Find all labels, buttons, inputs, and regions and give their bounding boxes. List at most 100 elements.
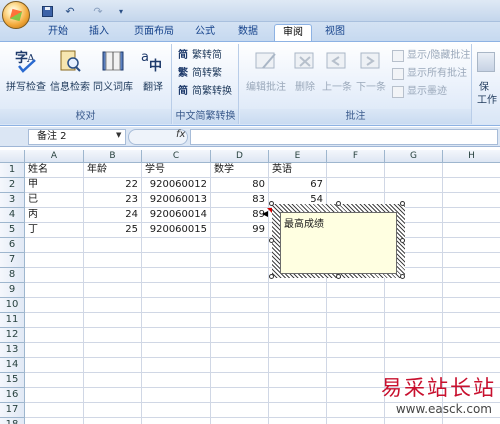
- cell-b8[interactable]: [84, 268, 142, 283]
- cell-b4[interactable]: 24: [84, 208, 142, 223]
- cell-d18[interactable]: [211, 418, 269, 424]
- thesaurus-button[interactable]: 同义词库: [93, 48, 133, 93]
- cell-b9[interactable]: [84, 283, 142, 298]
- row-header-12[interactable]: 12: [0, 328, 25, 343]
- name-box-dropdown-icon[interactable]: ▼: [116, 131, 121, 139]
- cell-f13[interactable]: [327, 343, 385, 358]
- cell-d7[interactable]: [211, 253, 269, 268]
- tab-page-layout[interactable]: 页面布局: [126, 24, 182, 41]
- cell-e11[interactable]: [269, 313, 327, 328]
- cell-c13[interactable]: [142, 343, 211, 358]
- cell-e10[interactable]: [269, 298, 327, 313]
- customize-quick-access-icon[interactable]: ▾: [116, 3, 126, 19]
- cell-b16[interactable]: [84, 388, 142, 403]
- name-box[interactable]: 备注 2: [28, 129, 126, 145]
- comment-text[interactable]: 最高成绩: [284, 219, 324, 230]
- cell-c1[interactable]: 学号: [142, 163, 211, 178]
- row-header-5[interactable]: 5: [0, 223, 25, 238]
- cell-b1[interactable]: 年龄: [84, 163, 142, 178]
- cell-d10[interactable]: [211, 298, 269, 313]
- cell-e13[interactable]: [269, 343, 327, 358]
- cell-d14[interactable]: [211, 358, 269, 373]
- row-header-7[interactable]: 7: [0, 253, 25, 268]
- cell-d5[interactable]: 99: [211, 223, 269, 238]
- cell-a7[interactable]: [25, 253, 84, 268]
- cell-h8[interactable]: [443, 268, 500, 283]
- resize-handle-top[interactable]: [336, 201, 341, 206]
- cell-h6[interactable]: [443, 238, 500, 253]
- cell-e12[interactable]: [269, 328, 327, 343]
- cell-d8[interactable]: [211, 268, 269, 283]
- cell-c2[interactable]: 920060012: [142, 178, 211, 193]
- formula-input[interactable]: [190, 129, 498, 145]
- cell-d1[interactable]: 数学: [211, 163, 269, 178]
- cell-a4[interactable]: 丙: [25, 208, 84, 223]
- cell-c14[interactable]: [142, 358, 211, 373]
- row-header-16[interactable]: 16: [0, 388, 25, 403]
- cell-b2[interactable]: 22: [84, 178, 142, 193]
- resize-handle-right[interactable]: [400, 238, 405, 243]
- research-button[interactable]: 信息检索: [50, 48, 90, 93]
- row-header-6[interactable]: 6: [0, 238, 25, 253]
- cell-a16[interactable]: [25, 388, 84, 403]
- cell-c4[interactable]: 920060014: [142, 208, 211, 223]
- office-button[interactable]: [2, 1, 30, 29]
- cell-c9[interactable]: [142, 283, 211, 298]
- row-header-15[interactable]: 15: [0, 373, 25, 388]
- cell-h12[interactable]: [443, 328, 500, 343]
- cell-a14[interactable]: [25, 358, 84, 373]
- cell-c10[interactable]: [142, 298, 211, 313]
- cell-a5[interactable]: 丁: [25, 223, 84, 238]
- row-header-18[interactable]: 18: [0, 418, 25, 424]
- cell-c16[interactable]: [142, 388, 211, 403]
- cell-g2[interactable]: [385, 178, 443, 193]
- cell-d17[interactable]: [211, 403, 269, 418]
- cell-h3[interactable]: [443, 193, 500, 208]
- cell-g10[interactable]: [385, 298, 443, 313]
- row-header-9[interactable]: 9: [0, 283, 25, 298]
- row-header-2[interactable]: 2: [0, 178, 25, 193]
- column-header-g[interactable]: G: [385, 150, 443, 163]
- cell-a11[interactable]: [25, 313, 84, 328]
- cell-a10[interactable]: [25, 298, 84, 313]
- trad-to-simp-button[interactable]: 简 繁转简: [177, 48, 222, 64]
- row-header-3[interactable]: 3: [0, 193, 25, 208]
- row-header-14[interactable]: 14: [0, 358, 25, 373]
- cell-c8[interactable]: [142, 268, 211, 283]
- cell-a15[interactable]: [25, 373, 84, 388]
- resize-handle-bottom[interactable]: [336, 274, 341, 279]
- cell-b6[interactable]: [84, 238, 142, 253]
- cell-d6[interactable]: [211, 238, 269, 253]
- show-all-comments-button[interactable]: 显示所有批注: [392, 66, 467, 82]
- cell-a12[interactable]: [25, 328, 84, 343]
- column-header-c[interactable]: C: [142, 150, 211, 163]
- cell-f2[interactable]: [327, 178, 385, 193]
- cell-e15[interactable]: [269, 373, 327, 388]
- insert-function-icon[interactable]: fx: [176, 129, 185, 140]
- cell-f14[interactable]: [327, 358, 385, 373]
- select-all-button[interactable]: [0, 150, 25, 163]
- tab-formulas[interactable]: 公式: [188, 24, 222, 41]
- cell-b3[interactable]: 23: [84, 193, 142, 208]
- cell-h7[interactable]: [443, 253, 500, 268]
- cell-h1[interactable]: [443, 163, 500, 178]
- previous-comment-button[interactable]: 上一条: [322, 48, 352, 93]
- cell-c5[interactable]: 920060015: [142, 223, 211, 238]
- cell-e1[interactable]: 英语: [269, 163, 327, 178]
- cell-f1[interactable]: [327, 163, 385, 178]
- cell-d16[interactable]: [211, 388, 269, 403]
- cell-h5[interactable]: [443, 223, 500, 238]
- cell-h10[interactable]: [443, 298, 500, 313]
- column-header-a[interactable]: A: [25, 150, 84, 163]
- cell-a18[interactable]: [25, 418, 84, 424]
- cell-h13[interactable]: [443, 343, 500, 358]
- row-header-4[interactable]: 4: [0, 208, 25, 223]
- column-header-f[interactable]: F: [327, 150, 385, 163]
- tab-view[interactable]: 视图: [318, 24, 352, 41]
- cell-c17[interactable]: [142, 403, 211, 418]
- cell-d13[interactable]: [211, 343, 269, 358]
- spell-check-button[interactable]: 字A 拼写检查: [6, 48, 46, 93]
- cell-c3[interactable]: 920060013: [142, 193, 211, 208]
- row-header-11[interactable]: 11: [0, 313, 25, 328]
- cell-c6[interactable]: [142, 238, 211, 253]
